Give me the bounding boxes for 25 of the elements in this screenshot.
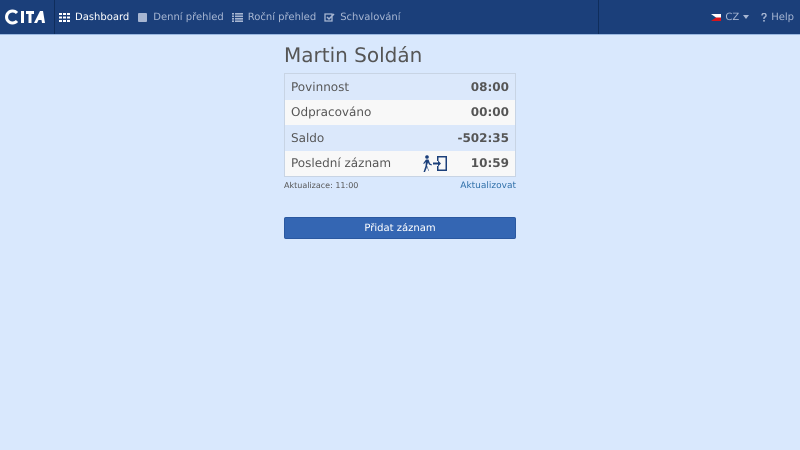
row-label: Odpracováno (291, 105, 372, 120)
update-time: Aktualizace: 11:00 (284, 181, 358, 191)
question-icon (761, 12, 768, 22)
language-dropdown[interactable]: CZ (711, 12, 750, 22)
nav-tab[interactable]: Denní přehled (137, 8, 224, 26)
list-icon (232, 12, 243, 22)
nav-tab[interactable]: Dashboard (59, 8, 130, 26)
grid-icon (59, 12, 70, 22)
flag-icon (711, 14, 722, 20)
person-door-icon (422, 154, 449, 172)
row-value: 08:00 (470, 80, 509, 94)
caret-icon (743, 15, 750, 19)
refresh-link[interactable]: Aktualizovat (460, 181, 516, 191)
row-label: Poslední záznam (291, 156, 392, 170)
user-name: Martin Soldán (284, 43, 424, 67)
nav-tab[interactable]: Roční přehled (232, 8, 316, 26)
add-entry-button[interactable]: Přidat záznam (284, 217, 516, 239)
nav-tab[interactable]: Schvalování (324, 8, 400, 26)
help-link[interactable]: Help (761, 12, 794, 22)
row-value: 10:59 (470, 156, 509, 170)
row-label: Saldo (291, 130, 326, 145)
row-value: 00:00 (470, 105, 509, 120)
checkbox-icon (324, 12, 336, 22)
row-label: Povinnost (291, 80, 350, 94)
row-value: -502:35 (457, 130, 509, 145)
